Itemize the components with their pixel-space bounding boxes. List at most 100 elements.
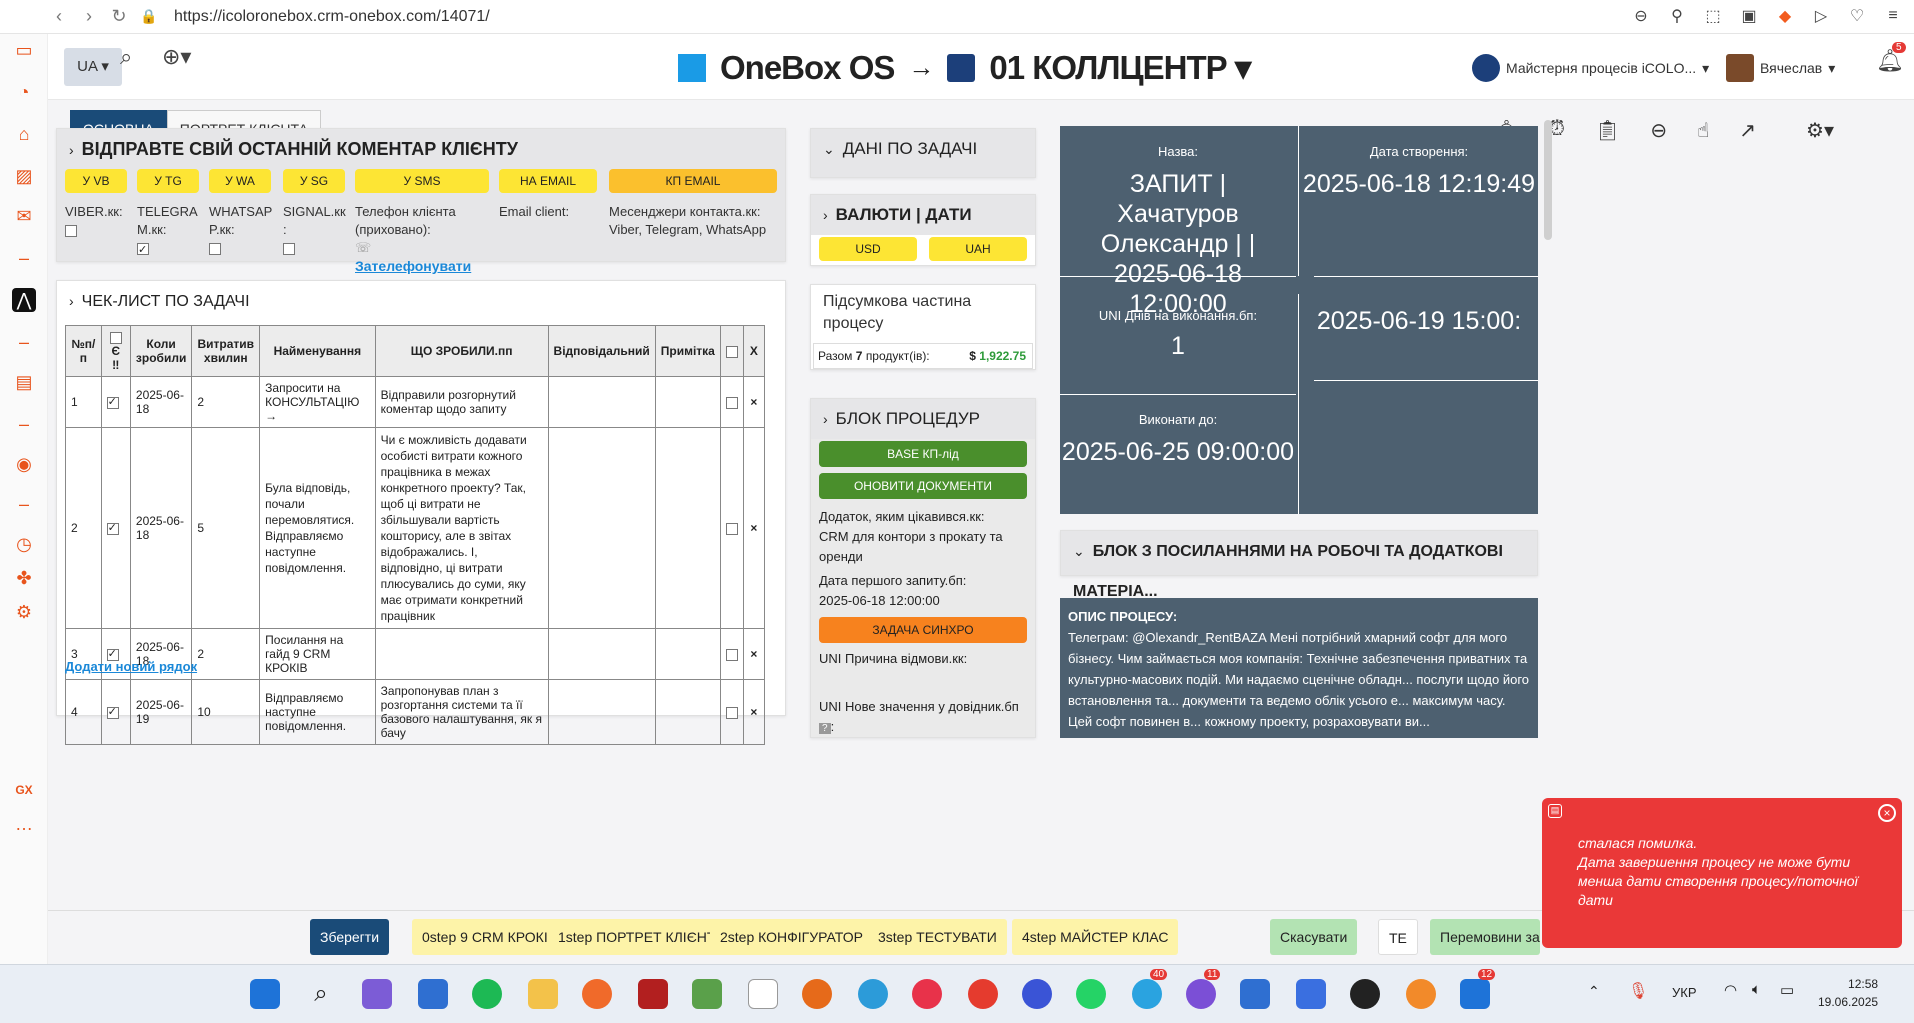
firefox-icon[interactable] <box>802 979 832 1009</box>
signal-checkbox[interactable] <box>283 242 295 255</box>
record-icon[interactable] <box>1350 979 1380 1009</box>
scrollbar[interactable] <box>1544 120 1552 240</box>
row-minutes[interactable]: 5 <box>191 427 261 629</box>
te-button[interactable]: TE <box>1378 919 1418 955</box>
checklist-title[interactable]: › ЧЕК-ЛИСТ ПО ЗАДАЧІ <box>57 281 785 321</box>
language-indicator[interactable]: УКР <box>1672 985 1697 1000</box>
send-viber-button[interactable]: У VB <box>65 169 127 193</box>
app-blue-icon[interactable] <box>1240 979 1270 1009</box>
row-name[interactable]: Відправляємо наступне повідомлення. <box>259 679 376 745</box>
minus-circle-icon[interactable]: ⊖ <box>1650 118 1667 143</box>
taskbar-app-icon[interactable] <box>1460 979 1490 1009</box>
reload-icon[interactable]: ↻ <box>104 6 134 27</box>
row-minutes[interactable]: 10 <box>191 679 261 745</box>
more-icon[interactable]: … <box>12 812 36 836</box>
usd-button[interactable]: USD <box>819 237 917 261</box>
address-bar[interactable]: https://icoloronebox.crm-onebox.com/1407… <box>174 8 490 26</box>
row-minutes[interactable]: 2 <box>191 376 261 428</box>
task-data-title[interactable]: ⌄ ДАНІ ПО ЗАДАЧІ <box>811 129 1035 169</box>
step0-button[interactable]: 0step 9 CRM КРОКІВ <box>412 919 568 955</box>
whatsapp-icon[interactable] <box>1076 979 1106 1009</box>
search-icon[interactable]: ⌕ <box>306 979 336 1009</box>
hatch-icon[interactable]: ▨ <box>12 164 36 188</box>
row-name[interactable]: Була відповідь, почали перемовлятися. Ві… <box>259 427 376 629</box>
app-icon[interactable]: ⋀ <box>12 288 36 312</box>
search-icon[interactable]: ⌕ <box>120 44 132 70</box>
shield-icon[interactable]: ◆ <box>1774 5 1796 27</box>
play-icon[interactable]: ▷ <box>1810 5 1832 27</box>
send-email-button[interactable]: НА EMAIL <box>499 169 597 193</box>
row-date[interactable]: 2025-06-18 <box>129 376 193 428</box>
due2-value[interactable]: 2025-06-19 15:00: <box>1300 306 1538 336</box>
row-responsible[interactable] <box>547 376 656 428</box>
procedures-title[interactable]: › БЛОК ПРОЦЕДУР <box>811 399 1035 439</box>
image-icon[interactable] <box>692 979 722 1009</box>
share-icon[interactable]: ↗ <box>1739 118 1756 143</box>
select-all-checkbox[interactable] <box>109 331 122 344</box>
gamepad-icon[interactable]: ▭ <box>12 38 36 62</box>
player-icon[interactable]: ◉ <box>12 452 36 476</box>
kp-email-button[interactable]: КП EMAIL <box>609 169 777 193</box>
viber-icon[interactable] <box>1186 979 1216 1009</box>
row-name[interactable]: Посилання на гайд 9 CRM КРОКІВ <box>259 628 376 680</box>
days-value[interactable]: 1 <box>1060 331 1296 361</box>
delete-row-icon[interactable]: × <box>742 427 766 629</box>
negotiations-button[interactable]: Перемовини за <box>1430 919 1540 955</box>
mic-icon[interactable]: 🎙︎ <box>1628 981 1648 1001</box>
row-minutes[interactable]: 2 <box>191 628 261 680</box>
zoom-icon[interactable]: ⊖ <box>1630 5 1652 27</box>
speed-icon[interactable]: ◔ <box>12 80 36 104</box>
store-icon[interactable] <box>418 979 448 1009</box>
step2-button[interactable]: 2step КОНФІГУРАТОР <box>710 919 873 955</box>
row-responsible[interactable] <box>547 628 656 680</box>
gear-icon[interactable]: ⚙▾ <box>1806 118 1834 143</box>
file-icon[interactable] <box>748 979 778 1009</box>
process-name[interactable]: ЗАПИТ | Хачатуров Олександр | | 2025-06-… <box>1060 169 1296 319</box>
forward-icon[interactable]: › <box>74 6 104 27</box>
deadline-value[interactable]: 2025-06-25 09:00:00 <box>1060 437 1296 467</box>
chrome-icon[interactable] <box>968 979 998 1009</box>
row-date[interactable]: 2025-06-19 <box>129 679 193 745</box>
row-select-checkbox[interactable] <box>725 522 738 535</box>
whatsapp-checkbox[interactable] <box>209 242 221 255</box>
row-note[interactable] <box>654 628 721 680</box>
sync-task-button[interactable]: ЗАДАЧА СИНХРО <box>819 617 1027 643</box>
signal-app-icon[interactable] <box>1022 979 1052 1009</box>
gx-icon[interactable]: GX <box>12 778 36 802</box>
screen-icon[interactable]: ▣ <box>1738 5 1760 27</box>
snapshot-icon[interactable]: ⬚ <box>1702 5 1724 27</box>
orange-app-icon[interactable] <box>1406 979 1436 1009</box>
clipboard-icon[interactable]: 📋︎ <box>1595 118 1620 143</box>
row-done-text[interactable]: Відправили розгорнутий коментар щодо зап… <box>374 376 549 428</box>
pen-icon[interactable] <box>582 979 612 1009</box>
save-button[interactable]: Зберегти <box>310 919 390 955</box>
chevron-up-icon[interactable]: ⌃ <box>1588 983 1600 1000</box>
mail-icon[interactable]: ✉ <box>12 204 36 228</box>
twitch-icon[interactable]: ▤ <box>12 370 36 394</box>
wifi-icon[interactable]: ◠ <box>1724 981 1737 999</box>
send-whatsapp-button[interactable]: У WA <box>209 169 271 193</box>
close-icon[interactable]: × <box>1878 804 1896 822</box>
workspace-select[interactable]: Майстерня процесів iCOLO... ▾ <box>1472 54 1709 82</box>
speaker-icon[interactable]: 🔈︎ <box>1752 981 1761 998</box>
hand-icon[interactable]: ☝︎ <box>1697 118 1709 143</box>
links-block-title[interactable]: ⌄ БЛОК З ПОСИЛАННЯМИ НА РОБОЧІ ТА ДОДАТКО… <box>1061 531 1537 600</box>
comment-panel-title[interactable]: › ВІДПРАВТЕ СВІЙ ОСТАННІЙ КОМЕНТАР КЛІЄНТ… <box>57 129 785 169</box>
row-responsible[interactable] <box>547 679 656 745</box>
pin-icon[interactable]: ⚲ <box>1666 5 1688 27</box>
row-responsible[interactable] <box>547 427 656 629</box>
row-name[interactable]: Запросити на КОНСУЛЬТАЦІЮ → <box>259 376 376 428</box>
cancel-button[interactable]: Скасувати <box>1270 919 1358 955</box>
settings-icon[interactable]: ⚙ <box>12 600 36 624</box>
row-select-checkbox[interactable] <box>725 648 738 661</box>
step1-button[interactable]: 1step ПОРТРЕТ КЛІЄНТА <box>548 919 735 955</box>
app-red-icon[interactable] <box>638 979 668 1009</box>
user-menu[interactable]: Вячеслав ▾ <box>1726 54 1835 82</box>
help-icon[interactable]: ? <box>819 723 831 734</box>
step3-button[interactable]: 3step ТЕСТУВАТИ <box>868 919 1007 955</box>
update-docs-button[interactable]: ОНОВИТИ ДОКУМЕНТИ <box>819 473 1027 499</box>
step4-button[interactable]: 4step МАЙСТЕР КЛАС <box>1012 919 1179 955</box>
bag-icon[interactable]: ⌂ <box>12 122 36 146</box>
row-done-text[interactable] <box>374 628 549 680</box>
clock-icon[interactable]: ◷ <box>12 532 36 556</box>
